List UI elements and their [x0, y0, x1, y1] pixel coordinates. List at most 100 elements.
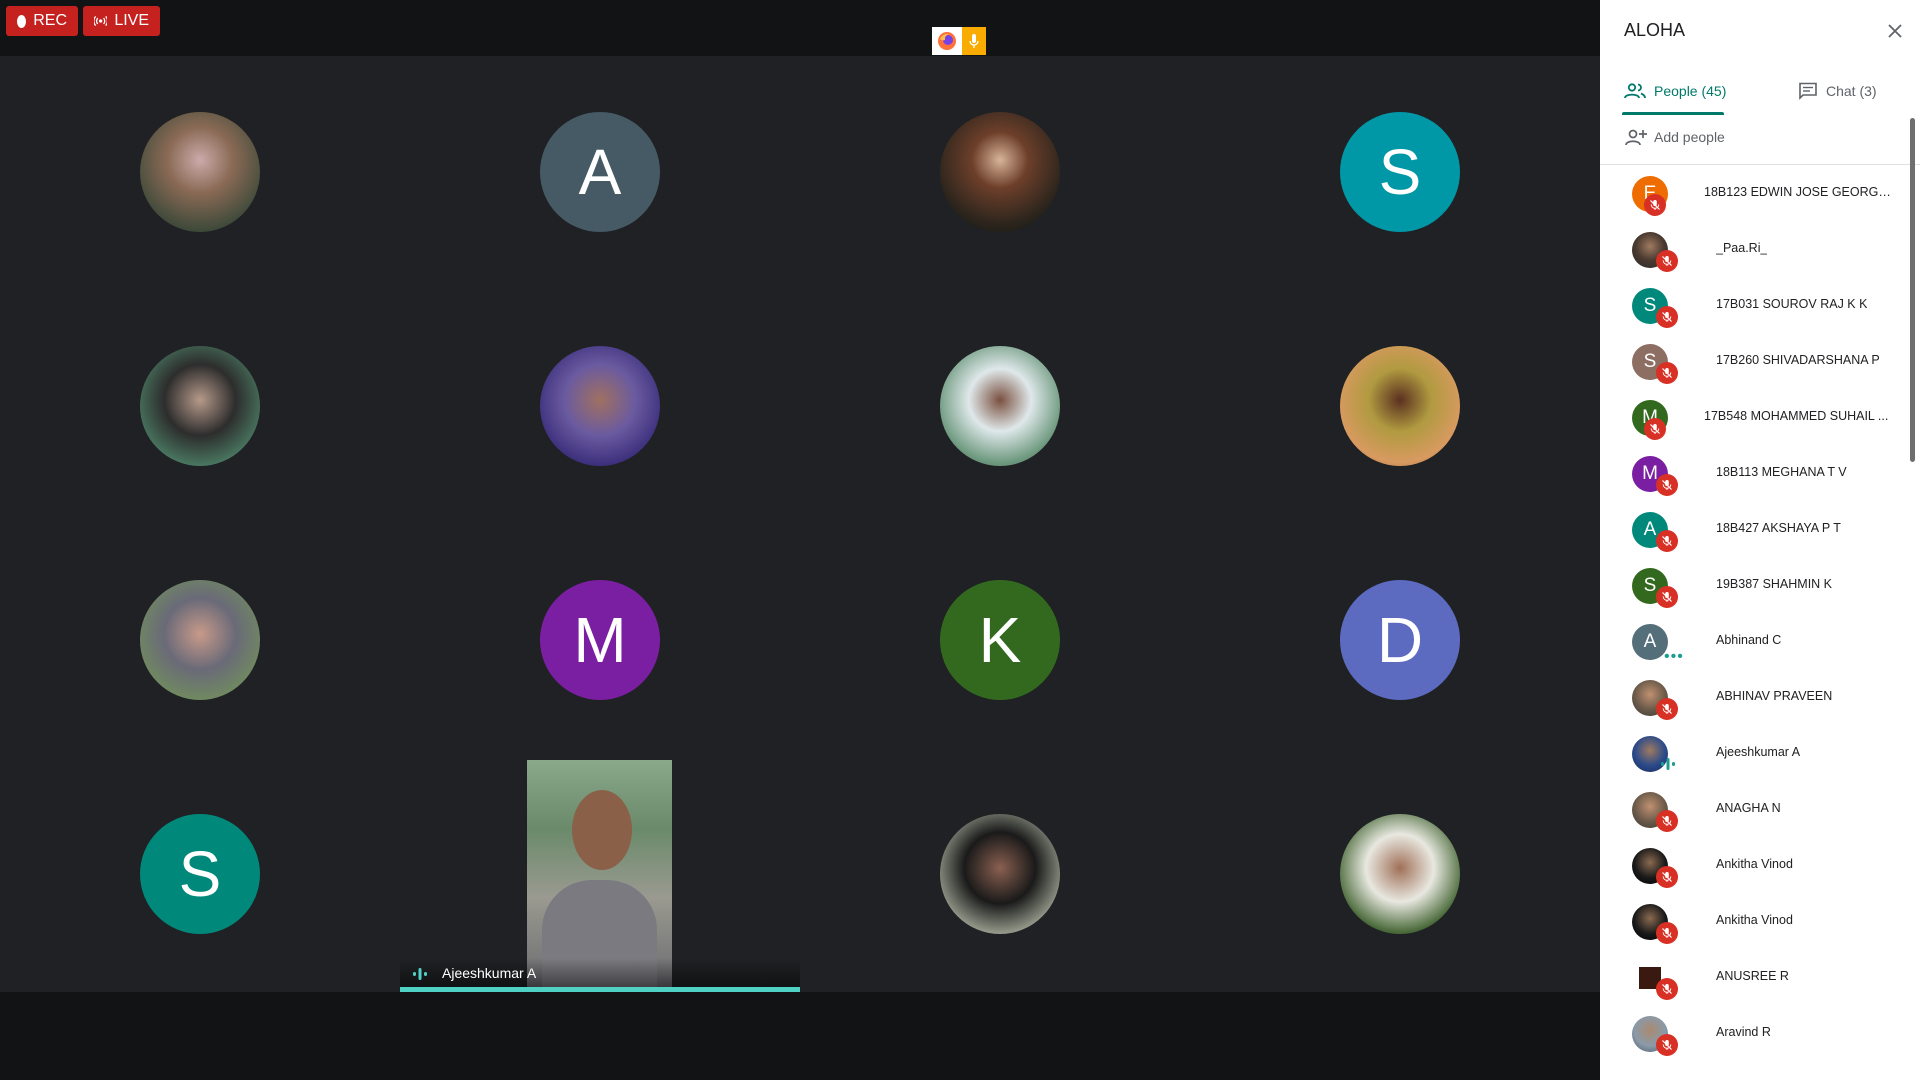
participant-list-name: Ankitha Vinod — [1716, 913, 1793, 927]
participant-list-item[interactable]: M 17B548 MOHAMMED SUHAIL ... — [1600, 390, 1910, 446]
participant-tile[interactable] — [0, 524, 400, 758]
participant-list-item[interactable]: Ankitha Vinod — [1600, 838, 1910, 894]
mic-off-icon — [1656, 250, 1678, 272]
participant-photo — [940, 346, 1060, 466]
mic-off-icon — [1656, 586, 1678, 608]
participant-list-item[interactable]: Aravind R — [1600, 1006, 1910, 1062]
participant-list-name: ANUSREE R — [1716, 969, 1789, 983]
participant-avatar: S — [140, 814, 260, 934]
panel-tabs: People (45) Chat (3) — [1600, 68, 1920, 116]
mic-off-icon — [1656, 810, 1678, 832]
live-label: LIVE — [114, 12, 149, 29]
tab-chat-label: Chat (3) — [1826, 83, 1877, 99]
people-list-scrollbar[interactable] — [1910, 118, 1915, 462]
participant-avatar: K — [940, 580, 1060, 700]
participant-avatar: S — [1340, 112, 1460, 232]
participant-tile[interactable]: K — [800, 524, 1200, 758]
participant-list-item[interactable]: E 18B123 EDWIN JOSE GEORGE ... — [1600, 166, 1910, 222]
chat-icon — [1799, 82, 1817, 100]
mic-off-icon — [1644, 194, 1666, 216]
participant-tile[interactable] — [1200, 758, 1600, 992]
participant-list-item[interactable]: A 18B427 AKSHAYA P T — [1600, 502, 1910, 558]
more-icon: ••• — [1664, 648, 1684, 665]
participant-tile[interactable] — [0, 290, 400, 524]
participant-list-item[interactable]: _Paa.Ri_ — [1600, 222, 1910, 278]
participant-tile[interactable] — [400, 290, 800, 524]
participant-list-avatar: A — [1632, 624, 1668, 660]
active-tab-indicator — [1622, 112, 1724, 115]
participant-photo — [940, 112, 1060, 232]
participant-list-name: Abhinand C — [1716, 633, 1782, 647]
divider — [1600, 164, 1920, 165]
participant-tile[interactable]: S — [0, 758, 400, 992]
participant-tile[interactable]: M — [400, 524, 800, 758]
participant-list-item[interactable]: S 17B031 SOUROV RAJ K K — [1600, 278, 1910, 334]
mic-off-icon — [1656, 306, 1678, 328]
participant-list-name: 17B548 MOHAMMED SUHAIL ... — [1704, 409, 1889, 423]
participant-tile[interactable]: S — [1200, 56, 1600, 290]
mic-off-icon — [1656, 474, 1678, 496]
tab-people[interactable]: People (45) — [1624, 68, 1726, 114]
participant-list-name: _Paa.Ri_ — [1716, 241, 1768, 255]
participant-list-item[interactable]: ANAGHA N — [1600, 782, 1910, 838]
bottom-area — [0, 992, 1600, 1080]
participant-photo — [1340, 814, 1460, 934]
participant-list-name: ANAGHA N — [1716, 801, 1781, 815]
participant-list-name: Aravind R — [1716, 1025, 1771, 1039]
participant-list-item[interactable]: S 17B260 SHIVADARSHANA P — [1600, 334, 1910, 390]
speaking-indicator-icon — [413, 968, 427, 980]
mic-off-icon — [1656, 1034, 1678, 1056]
participant-tile[interactable]: A — [400, 56, 800, 290]
close-icon — [1888, 24, 1902, 38]
participant-photo — [140, 112, 260, 232]
participant-list-name: 18B427 AKSHAYA P T — [1716, 521, 1841, 535]
mic-off-icon — [1656, 362, 1678, 384]
participant-avatar: A — [540, 112, 660, 232]
participant-list-item[interactable]: A ••• Abhinand C — [1600, 614, 1910, 670]
tab-people-label: People (45) — [1654, 83, 1727, 99]
participant-list-item[interactable]: Ankitha Vinod — [1600, 894, 1910, 950]
mic-off-icon — [1656, 978, 1678, 1000]
participant-list-name: 17B260 SHIVADARSHANA P — [1716, 353, 1880, 367]
participant-tile[interactable] — [800, 56, 1200, 290]
participant-tile[interactable]: D — [1200, 524, 1600, 758]
broadcast-icon — [94, 15, 108, 27]
mic-off-icon — [1656, 530, 1678, 552]
participant-tile[interactable] — [1200, 290, 1600, 524]
participant-list-name: 17B031 SOUROV RAJ K K — [1716, 297, 1868, 311]
participant-list-item[interactable]: Ajeeshkumar A — [1600, 726, 1910, 782]
participant-photo — [940, 814, 1060, 934]
participant-list-item[interactable]: M 18B113 MEGHANA T V — [1600, 446, 1910, 502]
rec-button[interactable]: REC — [6, 6, 78, 36]
sharing-indicator[interactable] — [932, 27, 986, 55]
add-person-icon — [1625, 129, 1647, 146]
rec-label: REC — [33, 12, 67, 29]
mic-off-icon — [1656, 922, 1678, 944]
microphone-icon — [962, 27, 986, 55]
participant-list-item[interactable]: ANUSREE R — [1600, 950, 1910, 1006]
add-people-button[interactable]: Add people — [1624, 128, 1725, 146]
speaking-indicator-icon — [1661, 758, 1675, 770]
live-button[interactable]: LIVE — [83, 6, 160, 36]
speaker-tile[interactable]: Ajeeshkumar A — [400, 758, 800, 992]
meeting-details-panel: ALOHA People (45) Chat (3) Add people E … — [1600, 0, 1920, 1080]
mic-off-icon — [1656, 698, 1678, 720]
close-panel-button[interactable] — [1882, 18, 1908, 44]
participant-tile[interactable] — [800, 758, 1200, 992]
participant-grid: A S M K D S Ajeeshkumar A — [0, 56, 1600, 992]
tab-chat[interactable]: Chat (3) — [1798, 68, 1877, 114]
participant-list-item[interactable]: S 19B387 SHAHMIN K — [1600, 558, 1910, 614]
participant-tile[interactable] — [800, 290, 1200, 524]
participant-avatar: M — [540, 580, 660, 700]
people-icon — [1624, 83, 1646, 99]
mic-off-icon — [1644, 418, 1666, 440]
firefox-icon — [932, 27, 962, 55]
participant-list-name: 18B123 EDWIN JOSE GEORGE ... — [1704, 185, 1894, 199]
participant-list-name: Ankitha Vinod — [1716, 857, 1793, 871]
participant-tile[interactable] — [0, 56, 400, 290]
participant-list-name: 19B387 SHAHMIN K — [1716, 577, 1833, 591]
participant-list-item[interactable]: ABHINAV PRAVEEN — [1600, 670, 1910, 726]
top-bar: REC LIVE — [0, 0, 1600, 56]
participant-video — [527, 760, 672, 989]
record-icon — [17, 14, 27, 28]
